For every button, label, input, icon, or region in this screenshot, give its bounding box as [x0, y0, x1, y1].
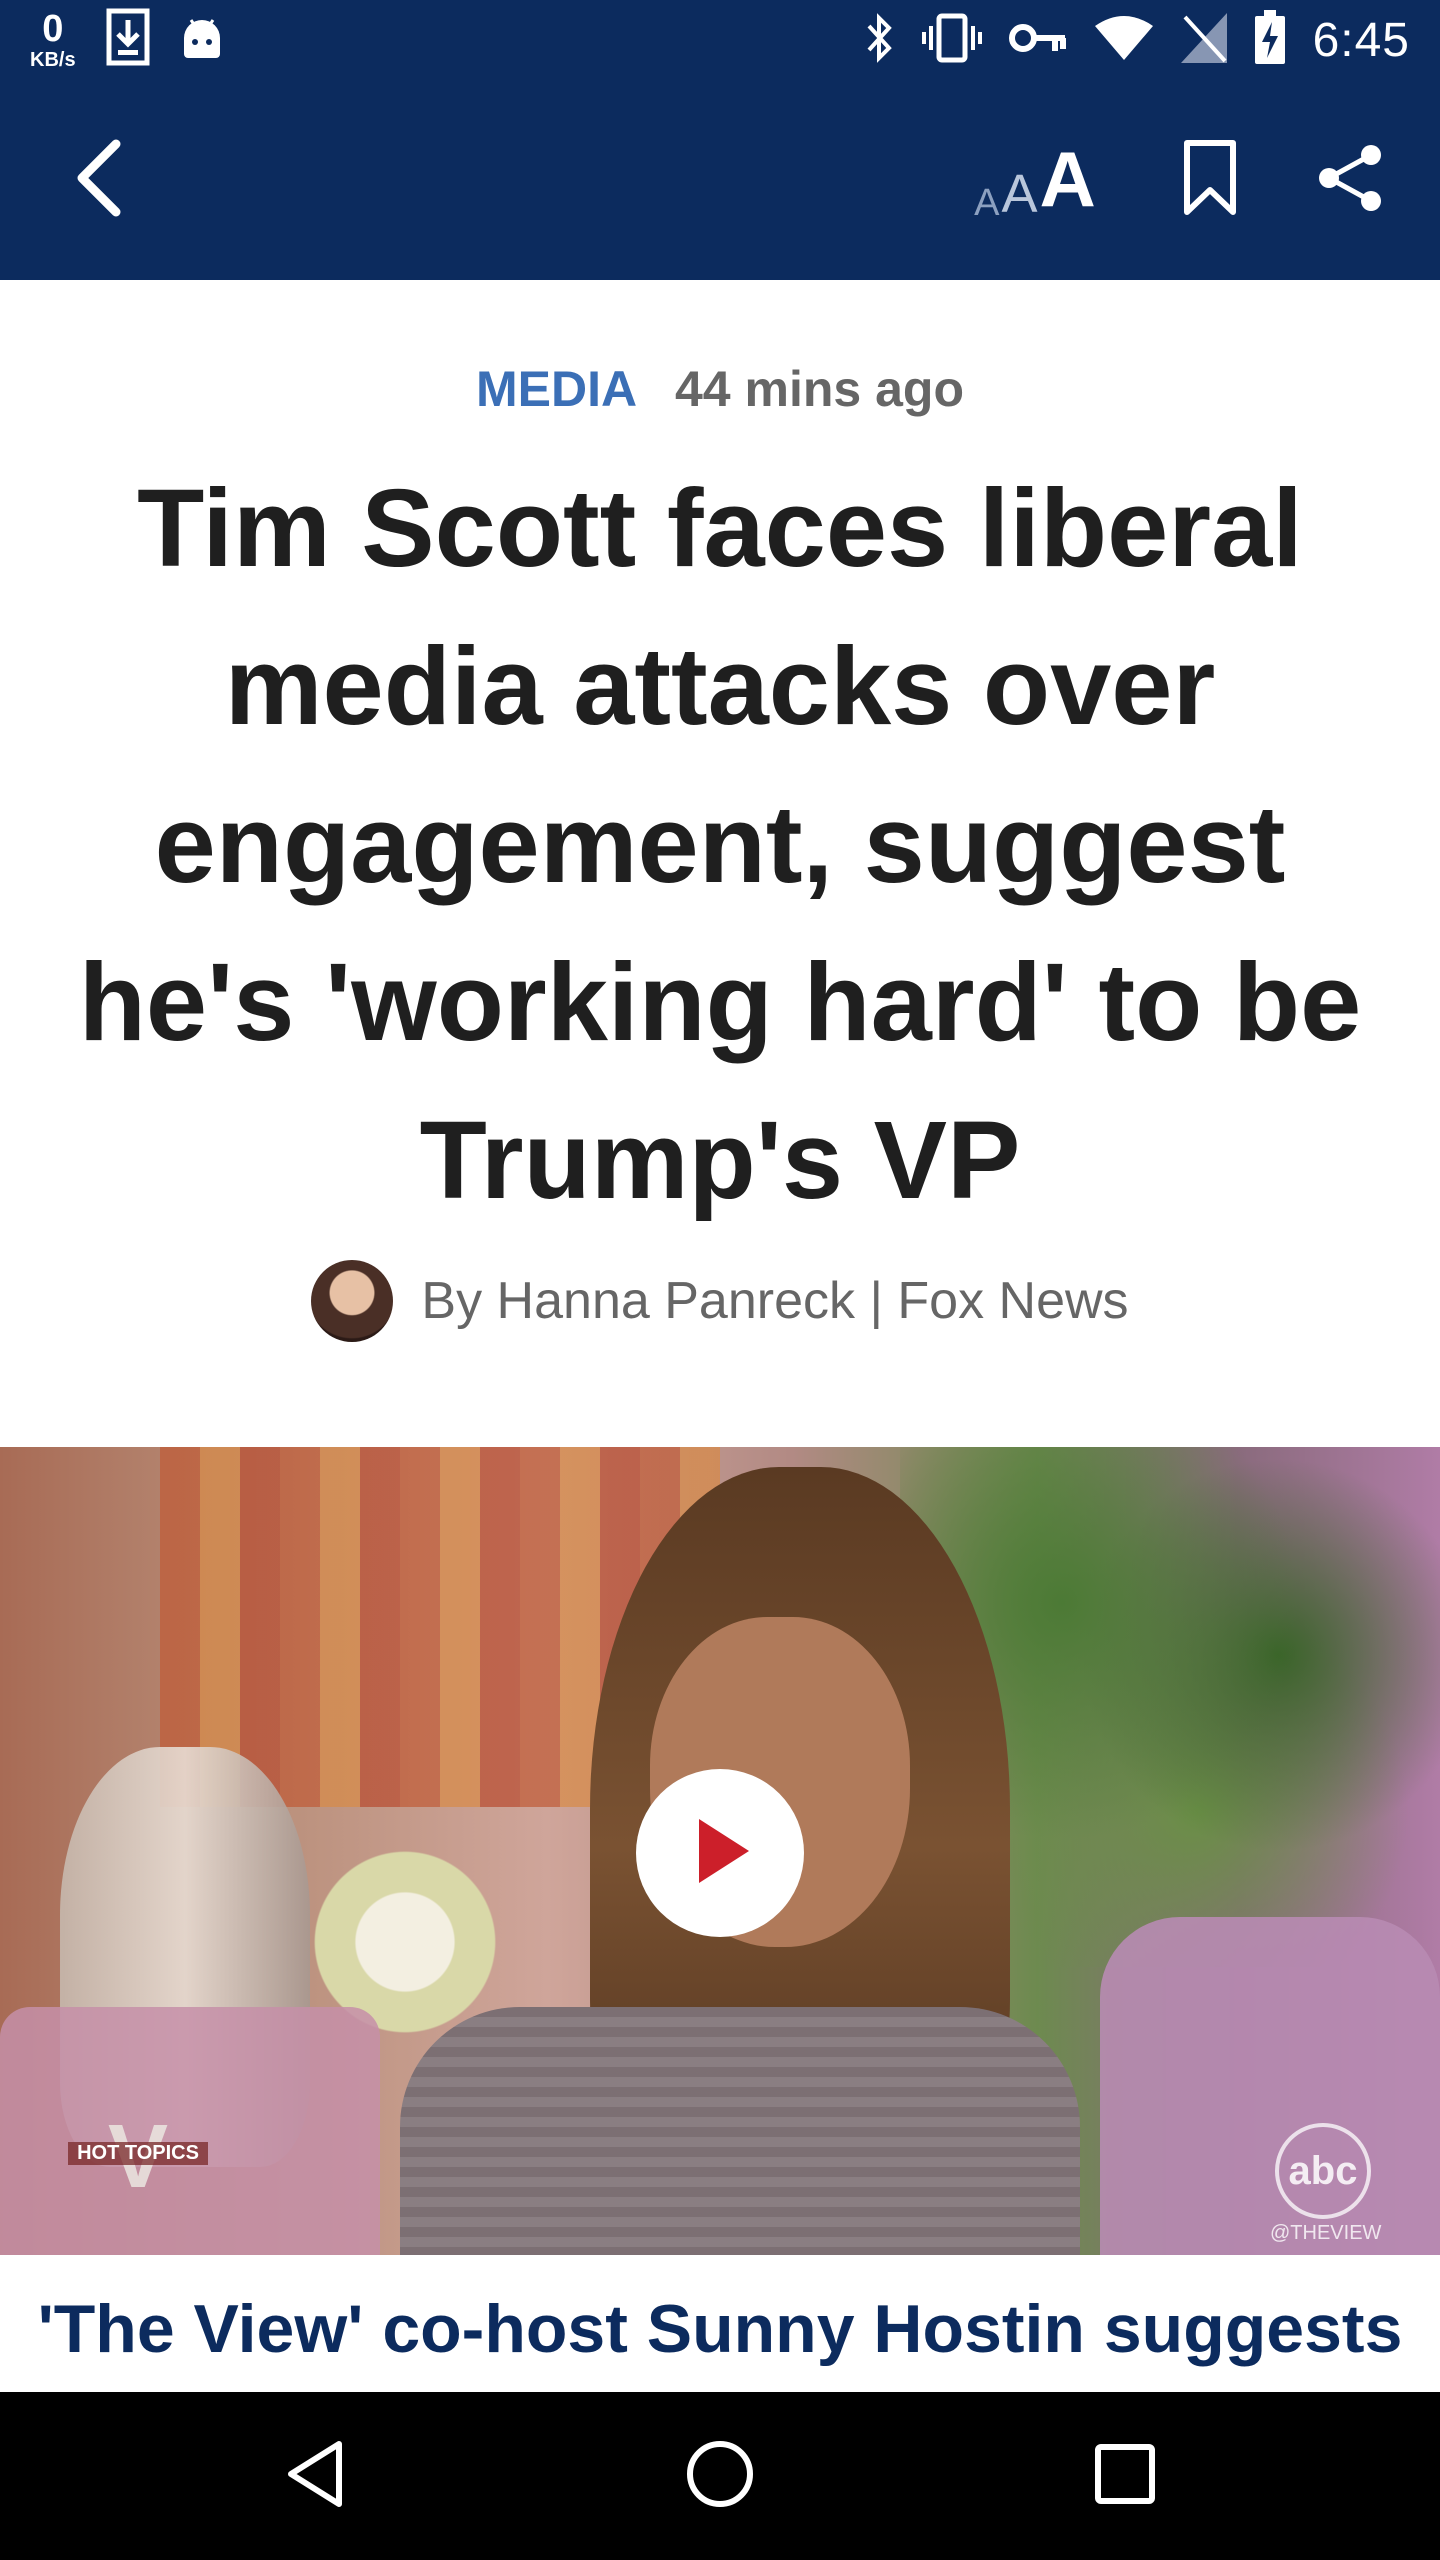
byline: By Hanna Panreck | Fox News [0, 1260, 1440, 1342]
app-toolbar: A A A [0, 80, 1440, 280]
video-player[interactable]: V HOT TOPICS abc @THEVIEW [0, 1447, 1440, 2255]
author-avatar[interactable] [311, 1260, 394, 1342]
video-frame-chair-right [1100, 1917, 1440, 2255]
network-logo: abc [1275, 2123, 1371, 2219]
video-caption[interactable]: 'The View' co-host Sunny Hostin suggests [0, 2290, 1440, 2368]
chevron-left-icon [72, 138, 128, 223]
text-size-icon-large: A [1039, 135, 1096, 223]
article-headline: Tim Scott faces liberal media attacks ov… [78, 467, 1362, 1222]
wifi-icon [1093, 14, 1155, 67]
nav-back-button[interactable] [255, 2416, 375, 2536]
download-icon [106, 8, 150, 71]
network-handle: @THEVIEW [1270, 2222, 1382, 2244]
system-nav-bar [0, 2392, 1440, 2560]
recents-square-icon [1093, 2442, 1157, 2511]
status-bar-left: 0 KB/s [30, 8, 224, 71]
nav-home-button[interactable] [660, 2416, 780, 2536]
article-meta: MEDIA 44 mins ago [0, 360, 1440, 418]
bluetooth-icon [863, 12, 895, 69]
video-frame-person-body [400, 2007, 1080, 2255]
play-icon [685, 1811, 755, 1896]
category-link[interactable]: MEDIA [476, 361, 637, 417]
timestamp: 44 mins ago [675, 361, 964, 417]
back-button[interactable] [50, 130, 150, 230]
no-sim-icon [1180, 12, 1227, 68]
text-size-icon-small: A [974, 182, 1000, 224]
text-size-button[interactable]: A A A [960, 125, 1110, 225]
network-speed-value: 0 [42, 7, 64, 50]
status-bar-right: 6:45 [863, 8, 1410, 72]
nav-recents-button[interactable] [1065, 2416, 1185, 2536]
share-icon [1315, 143, 1385, 218]
battery-charging-icon [1253, 9, 1287, 71]
play-button[interactable] [636, 1769, 804, 1937]
share-button[interactable] [1305, 135, 1395, 225]
network-speed-unit: KB/s [30, 48, 76, 71]
vibrate-icon [921, 12, 983, 69]
vpn-key-icon [1008, 21, 1067, 60]
author-byline[interactable]: By Hanna Panreck | Fox News [421, 1271, 1128, 1331]
text-size-icon-medium: A [1001, 164, 1038, 224]
android-icon [180, 14, 224, 65]
bookmark-button[interactable] [1170, 135, 1250, 225]
home-circle-icon [684, 2438, 756, 2515]
segment-label: HOT TOPICS [68, 2142, 208, 2165]
clock: 6:45 [1312, 13, 1410, 67]
back-triangle-icon [283, 2438, 347, 2515]
bookmark-icon [1182, 138, 1238, 223]
show-logo-overlay: V HOT TOPICS [68, 2112, 208, 2202]
status-bar: 0 KB/s 6:45 [0, 0, 1440, 80]
network-speed: 0 KB/s [30, 10, 76, 70]
